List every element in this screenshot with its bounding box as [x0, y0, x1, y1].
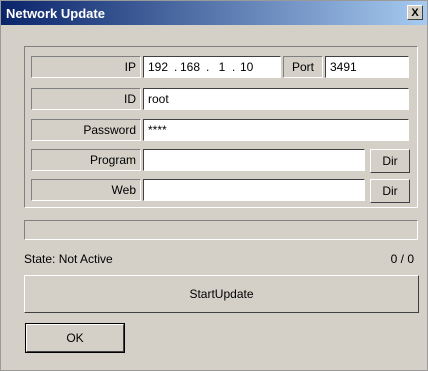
- ip-octet-1[interactable]: 192: [148, 60, 174, 74]
- web-dir-button[interactable]: Dir: [370, 179, 410, 203]
- ip-label: IP: [31, 56, 141, 78]
- program-field[interactable]: [143, 149, 365, 171]
- password-field[interactable]: ****: [143, 119, 409, 141]
- ip-octet-3[interactable]: 1: [212, 60, 232, 74]
- close-icon: X: [411, 6, 419, 19]
- title-bar[interactable]: Network Update X: [1, 1, 427, 25]
- id-field[interactable]: root: [143, 88, 409, 110]
- ip-address-field[interactable]: 192 . 168 . 1 . 10: [143, 56, 281, 78]
- id-label: ID: [31, 88, 141, 110]
- ip-dot: .: [232, 60, 236, 74]
- network-update-dialog: Network Update X IP 192 . 168 . 1 . 10 P…: [0, 0, 428, 371]
- program-dir-button[interactable]: Dir: [370, 149, 410, 173]
- window-title: Network Update: [6, 5, 105, 21]
- close-button[interactable]: X: [407, 5, 423, 20]
- port-label: Port: [283, 56, 323, 78]
- update-progress-bar: [24, 220, 418, 240]
- state-text: State: Not Active: [24, 252, 113, 266]
- web-field[interactable]: [143, 179, 365, 201]
- port-field[interactable]: 3491: [325, 56, 409, 78]
- progress-count: 0 / 0: [390, 252, 414, 266]
- password-label: Password: [31, 119, 141, 141]
- program-label: Program: [31, 149, 141, 171]
- web-label: Web: [31, 179, 141, 201]
- ok-button[interactable]: OK: [26, 324, 124, 352]
- ip-octet-4[interactable]: 10: [240, 60, 264, 74]
- ip-octet-2[interactable]: 168: [180, 60, 206, 74]
- ok-button-frame: OK: [25, 323, 125, 353]
- start-update-button[interactable]: StartUpdate: [24, 275, 419, 313]
